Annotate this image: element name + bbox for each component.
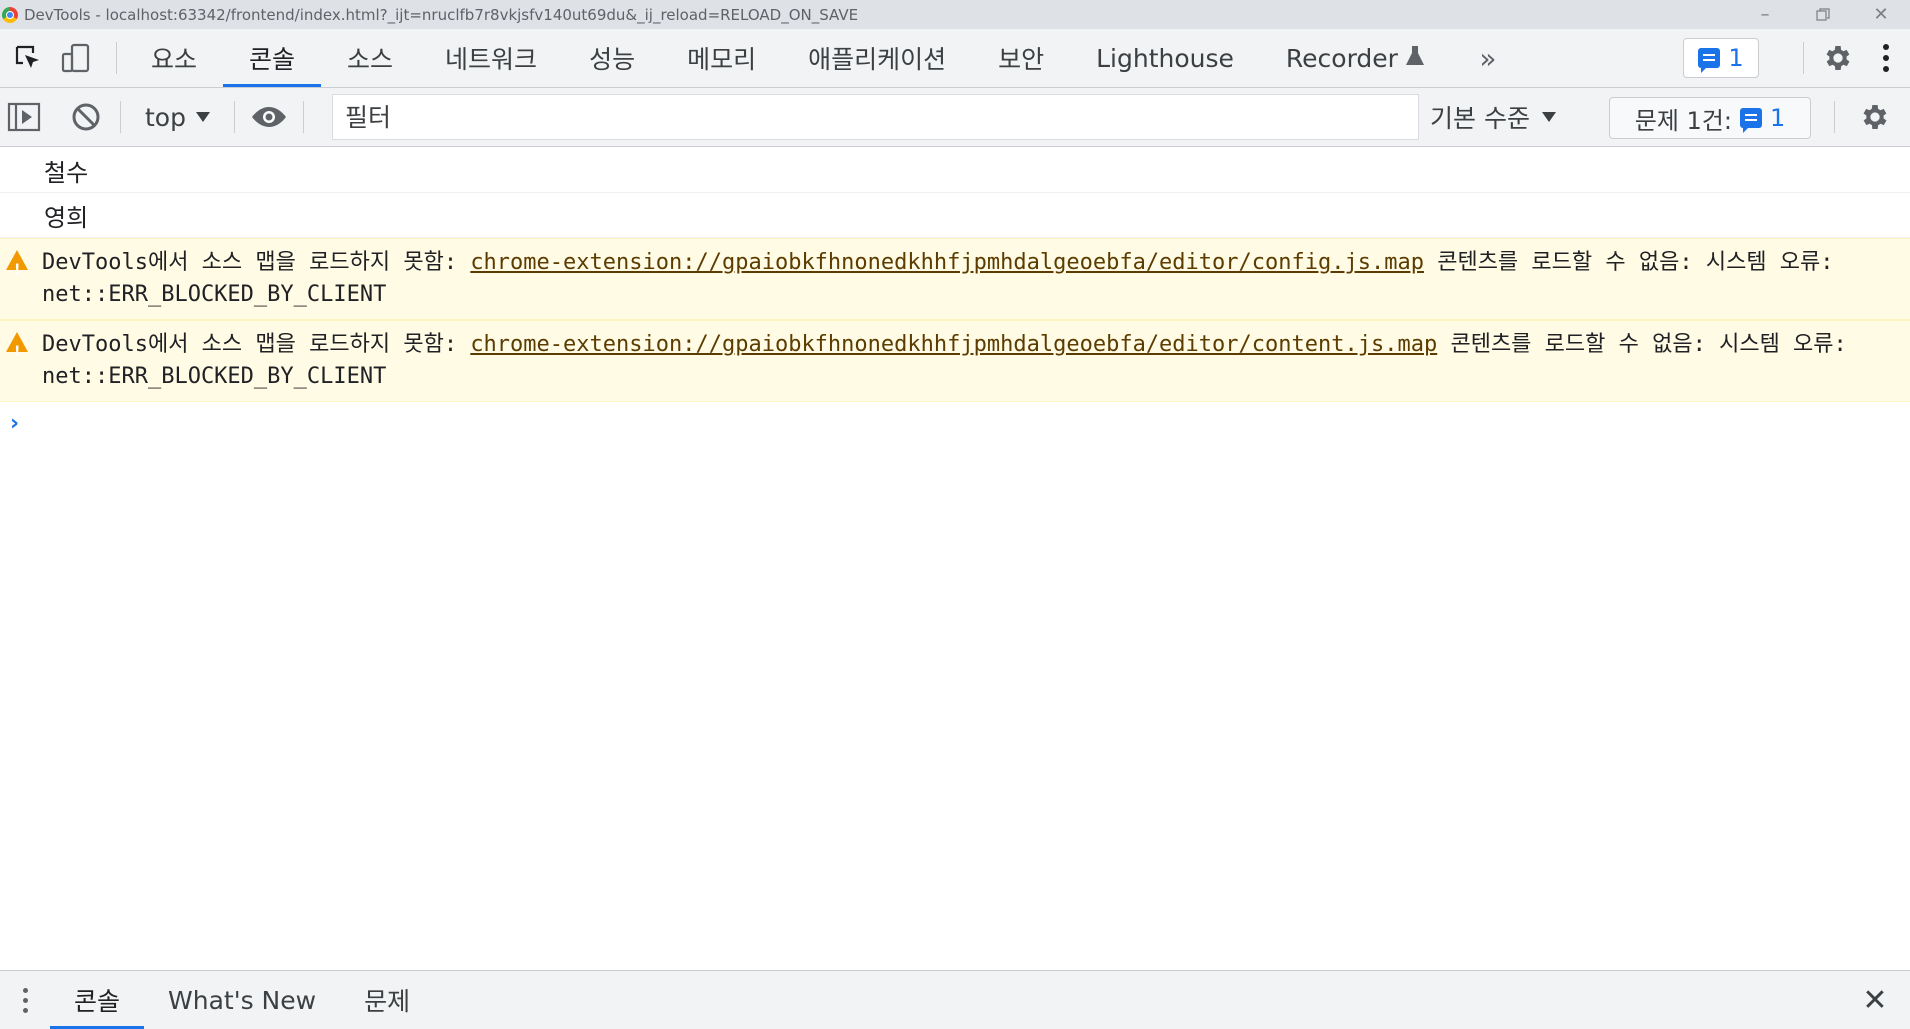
drawer-menu-icon[interactable]: [0, 971, 50, 1029]
more-tabs-chevron-icon[interactable]: »: [1464, 29, 1512, 87]
message-icon: [1739, 108, 1762, 133]
toolbar-divider: [1803, 42, 1804, 74]
issues-counter-count: 1: [1769, 104, 1786, 132]
tab-label: 콘솔: [249, 45, 296, 74]
tab-sources[interactable]: 소스: [321, 29, 419, 87]
tab-label: 요소: [151, 45, 198, 74]
context-value: top: [145, 102, 186, 132]
warning-prefix: DevTools에서 소스 맵을 로드하지 못함:: [42, 332, 471, 357]
drawer-tab-whats-new[interactable]: What's New: [144, 971, 340, 1029]
tab-memory[interactable]: 메모리: [661, 29, 782, 87]
log-message: 영희: [44, 203, 89, 232]
issues-badge-button[interactable]: 1: [1683, 38, 1759, 78]
show-sidebar-icon[interactable]: [0, 88, 48, 146]
drawer-tab-console[interactable]: 콘솔: [50, 971, 145, 1029]
device-toolbar-icon[interactable]: [52, 29, 100, 87]
bottom-drawer-tabbar: 콘솔 What's New 문제 ✕: [0, 970, 1910, 1029]
close-drawer-icon[interactable]: ✕: [1858, 983, 1892, 1018]
tab-label: 보안: [998, 45, 1045, 74]
log-levels-label: 기본 수준: [1430, 104, 1530, 133]
more-options-icon[interactable]: [1862, 29, 1910, 87]
toolbar-divider: [233, 101, 235, 133]
tab-label: 메모리: [687, 45, 757, 74]
message-icon: [1698, 48, 1721, 73]
window-close-icon[interactable]: ✕: [1852, 0, 1910, 29]
minimize-icon[interactable]: –: [1736, 0, 1794, 29]
tabbar-right-controls: [1793, 29, 1910, 87]
devtools-main-tabbar: 요소 콘솔 소스 네트워크 성능 메모리 애플리케이션 보안 Lighthous…: [0, 29, 1910, 88]
source-map-link[interactable]: chrome-extension://gpaiobkfhnonedkhhfjpm…: [470, 250, 1424, 275]
tab-console[interactable]: 콘솔: [223, 29, 322, 87]
issues-counter-button[interactable]: 문제 1건: 1: [1609, 97, 1811, 139]
restore-icon[interactable]: [1794, 0, 1852, 29]
console-output: 철수 영희 DevTools에서 소스 맵을 로드하지 못함: chrome-e…: [0, 148, 1910, 970]
console-warning-row: DevTools에서 소스 맵을 로드하지 못함: chrome-extensi…: [0, 320, 1910, 402]
dropdown-caret-icon: [1541, 112, 1556, 122]
tab-performance[interactable]: 성능: [563, 29, 661, 87]
settings-gear-icon[interactable]: [1814, 29, 1862, 87]
issues-badge-count: 1: [1728, 44, 1744, 72]
tab-label: Recorder: [1285, 43, 1398, 73]
source-map-link[interactable]: chrome-extension://gpaiobkfhnonedkhhfjpm…: [470, 332, 1437, 357]
prompt-chevron-icon: ›: [10, 410, 20, 436]
tab-recorder[interactable]: Recorder: [1260, 29, 1450, 87]
log-message: 철수: [44, 158, 89, 187]
toolbar-divider: [120, 101, 121, 133]
dropdown-caret-icon: [195, 112, 210, 122]
tab-security[interactable]: 보안: [972, 29, 1070, 87]
warning-icon: [6, 332, 28, 368]
tab-label: 성능: [589, 45, 636, 74]
window-controls: – ✕: [1736, 0, 1910, 29]
console-prompt[interactable]: ›: [0, 402, 1910, 444]
tab-lighthouse[interactable]: Lighthouse: [1070, 29, 1260, 87]
experimental-flask-icon: [1405, 45, 1424, 72]
console-settings-gear-icon[interactable]: [1851, 93, 1899, 141]
chrome-logo-icon: [2, 6, 18, 23]
tab-application[interactable]: 애플리케이션: [782, 29, 972, 87]
tab-label: 네트워크: [445, 45, 538, 74]
console-log-row: 철수: [0, 148, 1910, 193]
drawer-tab-issues[interactable]: 문제: [340, 971, 434, 1029]
filter-input[interactable]: [332, 94, 1419, 140]
live-expression-eye-icon[interactable]: [245, 88, 293, 146]
console-log-row: 영희: [0, 193, 1910, 238]
console-warning-row: DevTools에서 소스 맵을 로드하지 못함: chrome-extensi…: [0, 238, 1910, 320]
toolbar-divider: [302, 101, 304, 133]
window-title-bar: DevTools - localhost:63342/frontend/inde…: [0, 0, 1910, 29]
warning-prefix: DevTools에서 소스 맵을 로드하지 못함:: [42, 250, 471, 275]
context-selector[interactable]: top: [131, 88, 224, 146]
console-toolbar: top 기본 수준 문제 1건: 1: [0, 88, 1910, 147]
tab-elements[interactable]: 요소: [125, 29, 223, 87]
toolbar-divider: [116, 42, 117, 74]
clear-console-icon[interactable]: [62, 88, 110, 146]
inspect-element-icon[interactable]: [4, 29, 52, 87]
drawer-tab-label: 문제: [364, 987, 411, 1016]
tab-label: Lighthouse: [1096, 43, 1234, 73]
window-title: DevTools - localhost:63342/frontend/inde…: [24, 5, 859, 24]
tab-label: 애플리케이션: [808, 45, 947, 74]
tab-network[interactable]: 네트워크: [419, 29, 563, 87]
warning-icon: [6, 250, 28, 286]
drawer-tab-label: 콘솔: [74, 987, 121, 1016]
issues-counter-label: 문제 1건:: [1634, 106, 1732, 135]
tab-label: 소스: [347, 45, 394, 74]
drawer-tab-label: What's New: [168, 985, 317, 1015]
log-levels-dropdown[interactable]: 기본 수준: [1430, 88, 1556, 146]
toolbar-divider: [1834, 101, 1835, 133]
